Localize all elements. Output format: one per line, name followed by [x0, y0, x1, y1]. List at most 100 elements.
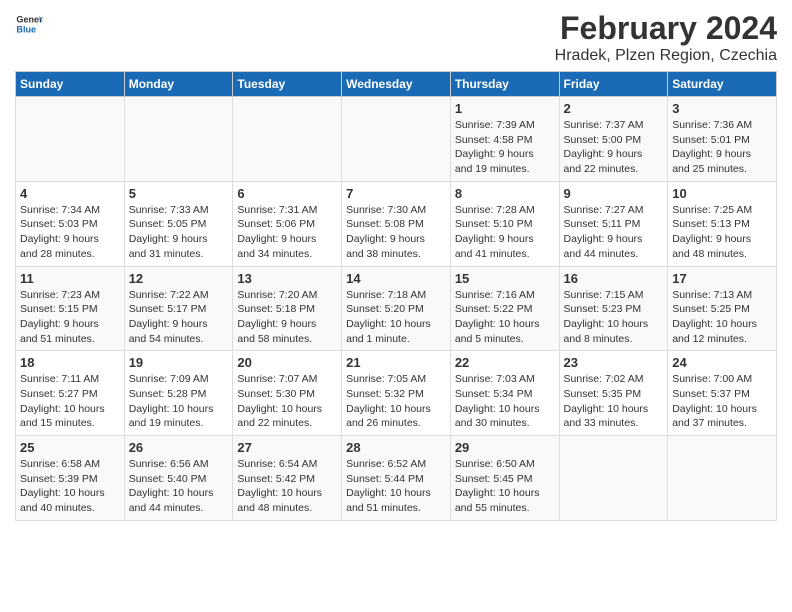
day-number: 1 [455, 101, 555, 116]
cell-content: Sunrise: 7:00 AM Sunset: 5:37 PM Dayligh… [672, 372, 772, 431]
day-number: 8 [455, 186, 555, 201]
calendar-cell: 1 Sunrise: 7:39 AM Sunset: 4:58 PM Daylig… [450, 97, 559, 182]
calendar-cell: 3 Sunrise: 7:36 AM Sunset: 5:01 PM Daylig… [668, 97, 777, 182]
day-number: 5 [129, 186, 229, 201]
cell-content: Sunrise: 7:05 AM Sunset: 5:32 PM Dayligh… [346, 372, 446, 431]
calendar-week-row: 25 Sunrise: 6:58 AM Sunset: 5:39 PM Dayli… [16, 436, 777, 521]
cell-content: Sunrise: 7:09 AM Sunset: 5:28 PM Dayligh… [129, 372, 229, 431]
cell-content: Sunrise: 7:31 AM Sunset: 5:06 PM Dayligh… [237, 203, 337, 262]
day-of-week-header: Friday [559, 72, 668, 97]
calendar-cell: 16 Sunrise: 7:15 AM Sunset: 5:23 PM Dayli… [559, 266, 668, 351]
cell-content: Sunrise: 7:15 AM Sunset: 5:23 PM Dayligh… [564, 288, 664, 347]
cell-content: Sunrise: 7:34 AM Sunset: 5:03 PM Dayligh… [20, 203, 120, 262]
day-number: 10 [672, 186, 772, 201]
day-number: 11 [20, 271, 120, 286]
day-number: 17 [672, 271, 772, 286]
cell-content: Sunrise: 7:03 AM Sunset: 5:34 PM Dayligh… [455, 372, 555, 431]
day-number: 4 [20, 186, 120, 201]
cell-content: Sunrise: 6:54 AM Sunset: 5:42 PM Dayligh… [237, 457, 337, 516]
calendar-cell: 12 Sunrise: 7:22 AM Sunset: 5:17 PM Dayli… [124, 266, 233, 351]
calendar-cell: 13 Sunrise: 7:20 AM Sunset: 5:18 PM Dayli… [233, 266, 342, 351]
cell-content: Sunrise: 7:22 AM Sunset: 5:17 PM Dayligh… [129, 288, 229, 347]
header: General Blue February 2024 Hradek, Plzen… [15, 10, 777, 65]
calendar-cell: 15 Sunrise: 7:16 AM Sunset: 5:22 PM Dayli… [450, 266, 559, 351]
day-number: 27 [237, 440, 337, 455]
calendar-cell: 8 Sunrise: 7:28 AM Sunset: 5:10 PM Daylig… [450, 181, 559, 266]
cell-content: Sunrise: 7:11 AM Sunset: 5:27 PM Dayligh… [20, 372, 120, 431]
day-of-week-header: Tuesday [233, 72, 342, 97]
cell-content: Sunrise: 7:02 AM Sunset: 5:35 PM Dayligh… [564, 372, 664, 431]
day-number: 18 [20, 355, 120, 370]
title-area: February 2024 Hradek, Plzen Region, Czec… [555, 10, 777, 65]
calendar-cell: 20Sunrise: 7:07 AM Sunset: 5:30 PM Dayli… [233, 351, 342, 436]
day-number: 29 [455, 440, 555, 455]
calendar-cell: 9 Sunrise: 7:27 AM Sunset: 5:11 PM Daylig… [559, 181, 668, 266]
calendar-cell [342, 97, 451, 182]
day-number: 6 [237, 186, 337, 201]
day-number: 19 [129, 355, 229, 370]
cell-content: Sunrise: 7:36 AM Sunset: 5:01 PM Dayligh… [672, 118, 772, 177]
calendar-cell: 18 Sunrise: 7:11 AM Sunset: 5:27 PM Dayli… [16, 351, 125, 436]
calendar-cell [124, 97, 233, 182]
day-of-week-header: Wednesday [342, 72, 451, 97]
day-number: 13 [237, 271, 337, 286]
cell-content: Sunrise: 7:27 AM Sunset: 5:11 PM Dayligh… [564, 203, 664, 262]
day-of-week-header: Monday [124, 72, 233, 97]
cell-content: Sunrise: 6:58 AM Sunset: 5:39 PM Dayligh… [20, 457, 120, 516]
cell-content: Sunrise: 7:30 AM Sunset: 5:08 PM Dayligh… [346, 203, 446, 262]
day-number: 9 [564, 186, 664, 201]
day-number: 20 [237, 355, 337, 370]
calendar-body: 1 Sunrise: 7:39 AM Sunset: 4:58 PM Daylig… [16, 97, 777, 521]
day-number: 23 [564, 355, 664, 370]
calendar-week-row: 1 Sunrise: 7:39 AM Sunset: 4:58 PM Daylig… [16, 97, 777, 182]
calendar-cell: 4 Sunrise: 7:34 AM Sunset: 5:03 PM Daylig… [16, 181, 125, 266]
cell-content: Sunrise: 7:18 AM Sunset: 5:20 PM Dayligh… [346, 288, 446, 347]
cell-content: Sunrise: 7:25 AM Sunset: 5:13 PM Dayligh… [672, 203, 772, 262]
cell-content: Sunrise: 6:50 AM Sunset: 5:45 PM Dayligh… [455, 457, 555, 516]
calendar-cell: 2 Sunrise: 7:37 AM Sunset: 5:00 PM Daylig… [559, 97, 668, 182]
day-number: 25 [20, 440, 120, 455]
day-number: 3 [672, 101, 772, 116]
calendar-cell: 10 Sunrise: 7:25 AM Sunset: 5:13 PM Dayli… [668, 181, 777, 266]
cell-content: Sunrise: 7:37 AM Sunset: 5:00 PM Dayligh… [564, 118, 664, 177]
cell-content: Sunrise: 7:39 AM Sunset: 4:58 PM Dayligh… [455, 118, 555, 177]
calendar-cell [233, 97, 342, 182]
cell-content: Sunrise: 7:16 AM Sunset: 5:22 PM Dayligh… [455, 288, 555, 347]
svg-text:Blue: Blue [16, 24, 36, 34]
cell-content: Sunrise: 7:13 AM Sunset: 5:25 PM Dayligh… [672, 288, 772, 347]
day-of-week-header: Saturday [668, 72, 777, 97]
calendar-cell: 5Sunrise: 7:33 AM Sunset: 5:05 PM Daylig… [124, 181, 233, 266]
calendar-cell: 14 Sunrise: 7:18 AM Sunset: 5:20 PM Dayli… [342, 266, 451, 351]
calendar-cell: 29 Sunrise: 6:50 AM Sunset: 5:45 PM Dayli… [450, 436, 559, 521]
calendar-cell: 23 Sunrise: 7:02 AM Sunset: 5:35 PM Dayli… [559, 351, 668, 436]
cell-content: Sunrise: 7:28 AM Sunset: 5:10 PM Dayligh… [455, 203, 555, 262]
page-title: February 2024 [555, 10, 777, 47]
calendar-week-row: 4 Sunrise: 7:34 AM Sunset: 5:03 PM Daylig… [16, 181, 777, 266]
calendar-cell: 6 Sunrise: 7:31 AM Sunset: 5:06 PM Daylig… [233, 181, 342, 266]
calendar-week-row: 18 Sunrise: 7:11 AM Sunset: 5:27 PM Dayli… [16, 351, 777, 436]
cell-content: Sunrise: 6:56 AM Sunset: 5:40 PM Dayligh… [129, 457, 229, 516]
logo: General Blue [15, 10, 43, 38]
day-number: 28 [346, 440, 446, 455]
day-number: 14 [346, 271, 446, 286]
day-number: 2 [564, 101, 664, 116]
calendar-cell: 11Sunrise: 7:23 AM Sunset: 5:15 PM Dayli… [16, 266, 125, 351]
day-of-week-header: Thursday [450, 72, 559, 97]
day-number: 12 [129, 271, 229, 286]
calendar-cell: 26 Sunrise: 6:56 AM Sunset: 5:40 PM Dayli… [124, 436, 233, 521]
day-number: 26 [129, 440, 229, 455]
calendar-cell: 28Sunrise: 6:52 AM Sunset: 5:44 PM Dayli… [342, 436, 451, 521]
calendar-cell: 19 Sunrise: 7:09 AM Sunset: 5:28 PM Dayli… [124, 351, 233, 436]
calendar-week-row: 11Sunrise: 7:23 AM Sunset: 5:15 PM Dayli… [16, 266, 777, 351]
calendar-cell: 21 Sunrise: 7:05 AM Sunset: 5:32 PM Dayli… [342, 351, 451, 436]
day-number: 21 [346, 355, 446, 370]
day-number: 16 [564, 271, 664, 286]
logo-icon: General Blue [15, 10, 43, 38]
calendar-cell [16, 97, 125, 182]
day-number: 15 [455, 271, 555, 286]
calendar-cell: 27 Sunrise: 6:54 AM Sunset: 5:42 PM Dayli… [233, 436, 342, 521]
calendar-table: SundayMondayTuesdayWednesdayThursdayFrid… [15, 71, 777, 521]
calendar-cell: 22Sunrise: 7:03 AM Sunset: 5:34 PM Dayli… [450, 351, 559, 436]
cell-content: Sunrise: 7:20 AM Sunset: 5:18 PM Dayligh… [237, 288, 337, 347]
day-of-week-header: Sunday [16, 72, 125, 97]
